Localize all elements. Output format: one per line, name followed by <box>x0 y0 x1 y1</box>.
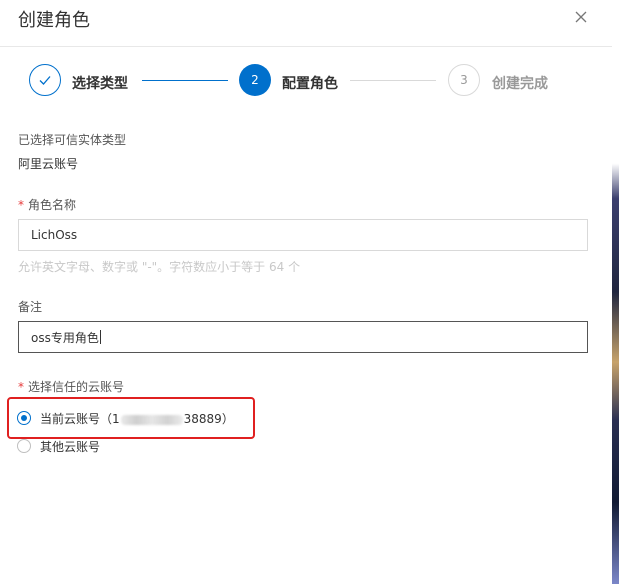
role-name-input[interactable]: LichOss <box>18 219 588 251</box>
required-mark: * <box>18 198 24 212</box>
close-icon[interactable] <box>570 6 592 28</box>
step-connector-1 <box>142 80 228 81</box>
check-icon <box>39 76 51 85</box>
trust-account-label-text: 选择信任的云账号 <box>28 380 125 394</box>
step-2-circle: 2 <box>239 64 271 96</box>
step-1-circle <box>29 64 61 96</box>
step-1-label: 选择类型 <box>72 76 128 92</box>
annotation-highlight-box <box>7 397 255 439</box>
role-name-help: 允许英文字母、数字或 "-"。字符数应小于等于 64 个 <box>18 260 301 274</box>
role-name-label-text: 角色名称 <box>28 198 77 212</box>
required-mark: * <box>18 380 24 394</box>
other-account-radio[interactable] <box>17 439 31 453</box>
step-3-circle: 3 <box>448 64 480 96</box>
entity-type-label: 已选择可信实体类型 <box>18 133 127 147</box>
text-caret <box>99 330 101 344</box>
create-role-dialog: 创建角色 选择类型 2 配置角色 3 创建完成 已选择可信实体类型 阿里云账号 … <box>0 0 612 584</box>
step-3-label: 创建完成 <box>492 76 548 92</box>
step-connector-2 <box>350 80 436 81</box>
note-label: 备注 <box>18 300 43 314</box>
trust-account-label: * 选择信任的云账号 <box>18 378 124 395</box>
entity-type-value: 阿里云账号 <box>18 157 79 171</box>
note-input-value: oss专用角色 <box>31 330 99 345</box>
step-2-label: 配置角色 <box>282 76 338 92</box>
role-name-input-value: LichOss <box>31 228 78 242</box>
dialog-title: 创建角色 <box>18 10 90 31</box>
other-account-label[interactable]: 其他云账号 <box>40 438 100 455</box>
header-divider <box>0 46 612 47</box>
role-name-label: * 角色名称 <box>18 196 76 213</box>
background-image-edge <box>612 0 619 584</box>
note-input[interactable]: oss专用角色 <box>18 321 588 353</box>
